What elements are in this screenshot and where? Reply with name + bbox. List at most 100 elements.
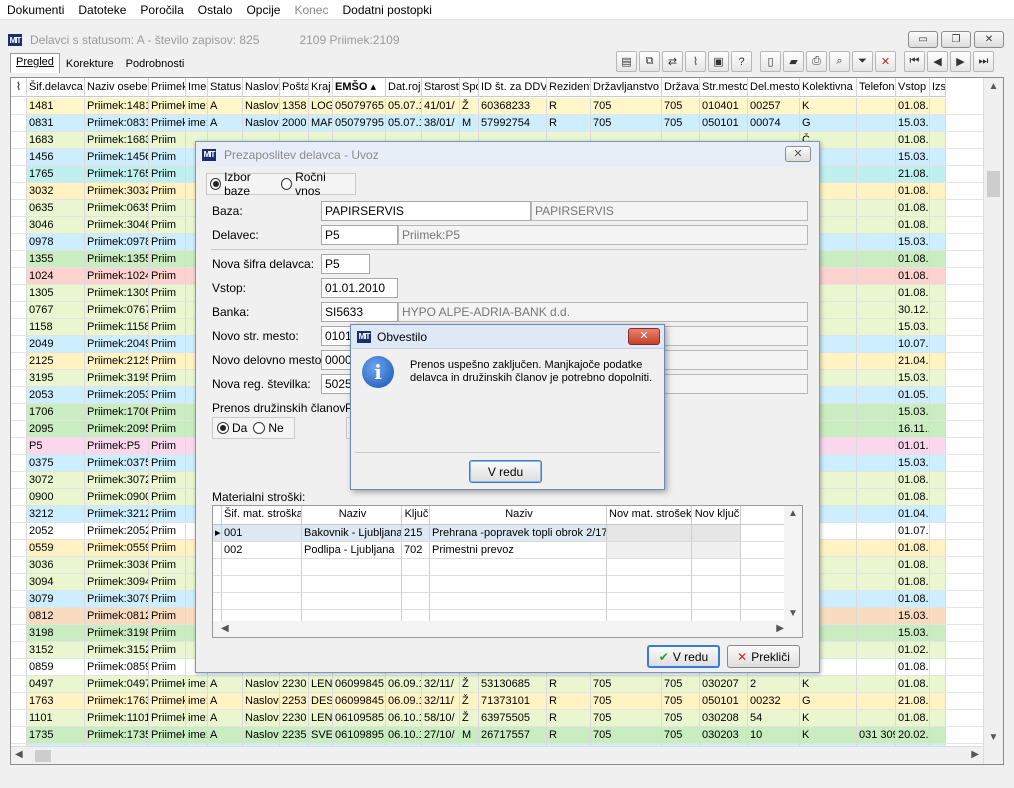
print-preview-icon[interactable]: ▤ <box>616 51 637 72</box>
menu-datoteke[interactable]: Datoteke <box>71 3 133 17</box>
radio-da[interactable]: Da <box>217 421 247 435</box>
attachment-icon[interactable]: ⌇ <box>11 78 27 97</box>
delavec-field[interactable]: P5 <box>321 225 398 245</box>
scroll-up-icon[interactable]: ▲ <box>984 78 1003 95</box>
grid-col-header[interactable]: Telefon <box>857 78 896 97</box>
mat-row[interactable] <box>213 559 802 576</box>
mat-row[interactable]: 002 Podlipa - Ljubljana 702 Primestni prevo… <box>213 542 802 559</box>
attach-icon[interactable]: ⌇ <box>685 51 706 72</box>
copy-icon[interactable]: ⧉ <box>639 51 660 72</box>
grid-col-header[interactable]: Rezident <box>547 78 591 97</box>
menu-dodatni-postopki[interactable]: Dodatni postopki <box>335 3 438 17</box>
table-row[interactable]: 0831Priimek:0831Priimek:ime:ANaslov:2000… <box>11 115 983 132</box>
mat-col-header[interactable]: Šif. mat. stroška <box>222 506 302 524</box>
msgbox-ok-button[interactable]: V redu <box>469 460 542 483</box>
grid-col-header[interactable]: EMŠO ▴ <box>333 78 386 97</box>
grid-col-header[interactable]: Naziv osebe <box>85 78 149 97</box>
hscroll-thumb[interactable] <box>35 750 51 762</box>
table-cell: 0900 <box>27 489 85 505</box>
first-record-icon[interactable]: ⏮ <box>904 51 925 72</box>
radio-izbor-baze[interactable]: Izbor baze <box>210 170 275 198</box>
grid-col-header[interactable]: Del.mesto <box>748 78 800 97</box>
menu-ostalo[interactable]: Ostalo <box>191 3 240 17</box>
table-row[interactable]: 1101Priimek:1101Priimek:ime:ANaslov:2230… <box>11 710 983 727</box>
material-costs-grid[interactable]: Šif. mat. stroška Naziv Ključ Naziv Nov mat.… <box>212 505 803 638</box>
grid-col-header[interactable]: Priimek <box>149 78 186 97</box>
grid-col-header[interactable]: Dat.roj. <box>386 78 422 97</box>
mat-col-header[interactable]: Ključ <box>402 506 430 524</box>
radio-rocni-vnos[interactable]: Ročni vnos <box>280 170 349 198</box>
minimize-button[interactable]: ▭ <box>908 31 938 48</box>
banka-field[interactable]: SI5633 <box>321 302 398 322</box>
mat-col-header[interactable]: Nov mat. strošek <box>607 506 692 524</box>
scroll-down-icon[interactable]: ▼ <box>984 729 1003 746</box>
mat-row[interactable]: ▸ 001 Bakovnik - Ljubljana 215 Prehrana -pop… <box>213 525 802 542</box>
grid-vertical-scrollbar[interactable]: ▲ ▼ <box>983 78 1003 764</box>
grid-col-header[interactable]: Kolektivna <box>800 78 857 97</box>
radio-ne[interactable]: Ne <box>253 421 284 435</box>
filter-icon[interactable]: ⏷ <box>852 51 873 72</box>
grid-horizontal-scrollbar[interactable]: ◀ ▶ <box>11 746 983 764</box>
grid-col-header[interactable]: Državljanstvo <box>591 78 662 97</box>
help-icon[interactable]: ? <box>731 51 752 72</box>
scroll-right-icon[interactable]: ▶ <box>971 749 979 760</box>
monitor-icon[interactable]: ▣ <box>708 51 729 72</box>
mat-vscroll[interactable]: ▲ ▼ <box>784 506 802 621</box>
next-record-icon[interactable]: ▶ <box>950 51 971 72</box>
tab-pregled[interactable]: Pregled <box>10 53 60 73</box>
msgbox-close-button[interactable]: ✕ <box>628 328 660 345</box>
mat-col-header[interactable]: Nov ključ <box>692 506 741 524</box>
mat-row[interactable] <box>213 576 802 593</box>
mat-col-header[interactable]: Naziv <box>302 506 402 524</box>
mat-scroll-right-icon[interactable]: ▶ <box>776 623 784 634</box>
restore-button[interactable]: ❐ <box>941 31 971 48</box>
table-row[interactable]: 0497Priimek:0497Priimek:ime:ANaslov:2230… <box>11 676 983 693</box>
scroll-left-icon[interactable]: ◀ <box>15 749 23 760</box>
vstop-field[interactable]: 01.01.2010 <box>321 278 398 298</box>
grid-col-header[interactable]: Država <box>662 78 700 97</box>
mat-row[interactable] <box>213 593 802 610</box>
grid-col-header[interactable]: Starost <box>422 78 460 97</box>
grid-col-header[interactable]: Ime <box>186 78 208 97</box>
grid-col-header[interactable]: Str.mesto <box>700 78 748 97</box>
mat-hscroll[interactable]: ◀ ▶ <box>213 621 802 637</box>
mat-col-header[interactable]: Naziv <box>430 506 607 524</box>
grid-col-header[interactable]: Izst <box>930 78 946 97</box>
dialog-close-button[interactable]: ✕ <box>785 146 811 162</box>
prev-record-icon[interactable]: ◀ <box>927 51 948 72</box>
grid-col-header[interactable]: Status <box>208 78 243 97</box>
tab-korekture[interactable]: Korekture <box>60 55 120 73</box>
grid-col-header[interactable]: ID št. za DDV <box>479 78 547 97</box>
grid-col-header[interactable]: Vstop <box>896 78 930 97</box>
baza-field[interactable]: PAPIRSERVIS <box>321 201 531 221</box>
grid-col-header[interactable]: Naslov <box>243 78 280 97</box>
new-document-icon[interactable]: ▯ <box>760 51 781 72</box>
dialog-ok-button[interactable]: ✔ V redu <box>647 645 720 668</box>
menu-dokumenti[interactable]: Dokumenti <box>0 3 71 17</box>
search-icon[interactable]: ⌕ <box>829 51 850 72</box>
grid-col-header[interactable]: Spol <box>460 78 479 97</box>
scroll-thumb[interactable] <box>987 171 1000 197</box>
row-indicator <box>11 268 27 284</box>
mat-col-header[interactable] <box>213 506 222 524</box>
export-icon[interactable]: ⇄ <box>662 51 683 72</box>
grid-col-header[interactable]: Kraj <box>309 78 333 97</box>
menu-porocila[interactable]: Poročila <box>133 3 190 17</box>
mat-scroll-down-icon[interactable]: ▼ <box>784 608 802 619</box>
open-folder-icon[interactable]: ▰ <box>783 51 804 72</box>
mat-scroll-up-icon[interactable]: ▲ <box>784 508 802 519</box>
tab-podrobnosti[interactable]: Podrobnosti <box>120 55 191 73</box>
dialog-cancel-button[interactable]: ✕ Prekliči <box>727 645 800 668</box>
grid-col-header[interactable]: Pošta <box>280 78 309 97</box>
menu-opcije[interactable]: Opcije <box>239 3 287 17</box>
close-window-button[interactable]: ✕ <box>974 31 1004 48</box>
table-row[interactable]: 1481Priimek:1481Priimek:ime:ANaslov:1358… <box>11 98 983 115</box>
grid-col-header[interactable]: Šif.delavca <box>27 78 85 97</box>
nova-sifra-field[interactable]: P5 <box>321 254 370 274</box>
printer-icon[interactable]: ⎙ <box>806 51 827 72</box>
table-row[interactable]: 1735Priimek:1735Priimek:ime:ANaslov:2235… <box>11 727 983 744</box>
last-record-icon[interactable]: ⏭ <box>973 51 994 72</box>
table-row[interactable]: 1763Priimek:1763Priimek:ime:ANaslov:2253… <box>11 693 983 710</box>
delete-icon[interactable]: ✕ <box>875 51 896 72</box>
mat-scroll-left-icon[interactable]: ◀ <box>221 623 229 634</box>
